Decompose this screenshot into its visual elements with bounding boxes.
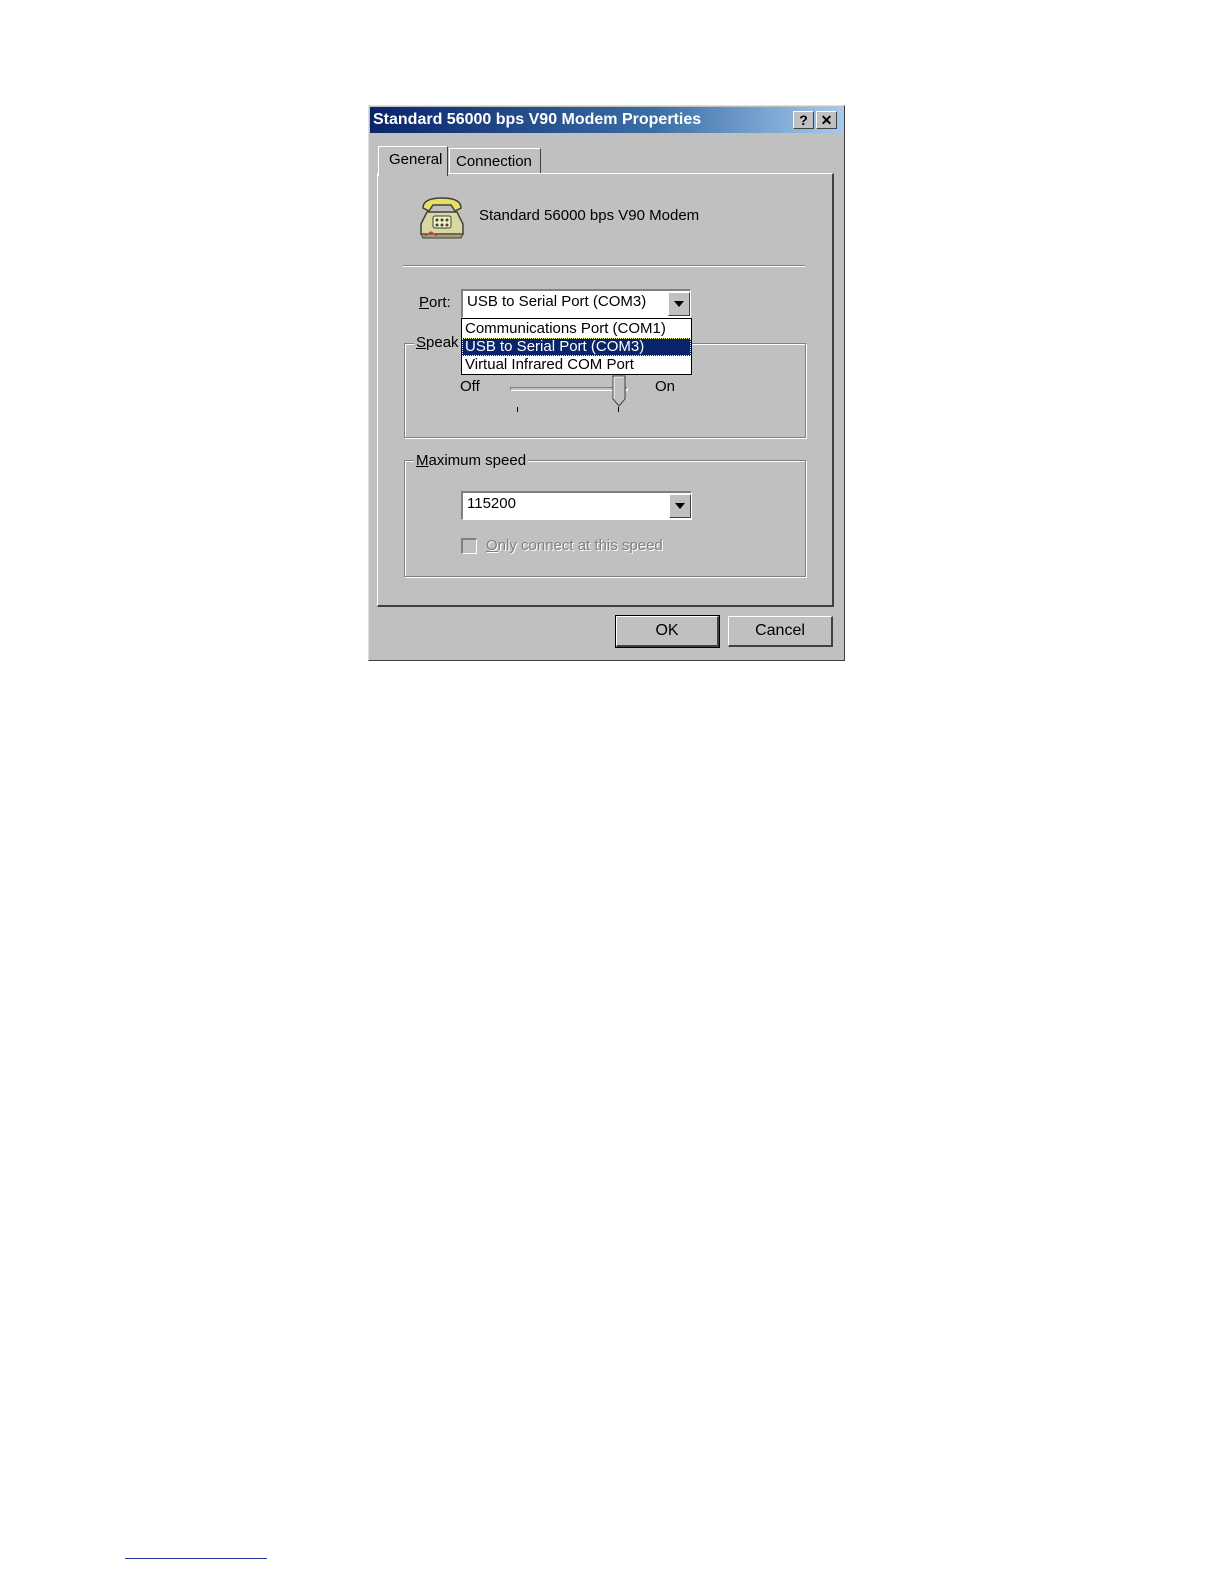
cancel-button[interactable]: Cancel — [728, 616, 833, 647]
title-bar[interactable]: Standard 56000 bps V90 Modem Properties … — [370, 107, 843, 133]
port-label-rest: ort: — [429, 294, 451, 311]
speaker-volume-slider-track[interactable] — [510, 387, 628, 391]
port-combobox[interactable]: USB to Serial Port (COM3) — [461, 289, 691, 318]
maximum-speed-value: 115200 — [467, 495, 516, 512]
port-dropdown-list: Communications Port (COM1) USB to Serial… — [461, 318, 692, 375]
maximum-speed-legend-rest: aximum speed — [428, 452, 527, 469]
port-option-infrared[interactable]: Virtual Infrared COM Port — [462, 356, 691, 374]
footnote-rule — [125, 1558, 267, 1559]
port-label-accel: P — [419, 294, 430, 311]
close-button[interactable]: ✕ — [816, 111, 837, 129]
port-value: USB to Serial Port (COM3) — [467, 293, 647, 310]
only-connect-label-accel: O — [486, 537, 498, 554]
speaker-legend-accel: S — [416, 334, 427, 351]
only-connect-checkbox[interactable] — [461, 538, 477, 554]
window-title: Standard 56000 bps V90 Modem Properties — [373, 111, 702, 128]
maximum-speed-legend: Maximum speed — [414, 452, 529, 469]
help-button[interactable]: ? — [793, 111, 814, 129]
tab-connection[interactable]: Connection — [449, 148, 541, 174]
speaker-legend: Speak — [414, 334, 461, 351]
slider-tick — [517, 407, 518, 412]
tab-general[interactable]: General — [378, 146, 448, 176]
maximum-speed-legend-accel: M — [416, 452, 429, 469]
port-dropdown-button[interactable] — [668, 292, 690, 316]
close-icon: ✕ — [820, 112, 833, 128]
speaker-off-label: Off — [460, 378, 480, 395]
port-label: Port: — [419, 294, 451, 311]
port-option-com1[interactable]: Communications Port (COM1) — [462, 320, 691, 338]
only-connect-label: Only connect at this speed — [486, 537, 663, 554]
slider-tick — [618, 407, 619, 412]
speaker-volume-slider-thumb[interactable] — [612, 375, 626, 407]
port-option-com3[interactable]: USB to Serial Port (COM3) — [462, 338, 691, 356]
chevron-down-icon — [675, 503, 685, 509]
device-name: Standard 56000 bps V90 Modem — [479, 207, 700, 224]
help-icon: ? — [799, 112, 808, 128]
separator — [403, 265, 805, 267]
maximum-speed-combobox[interactable]: 115200 — [461, 491, 692, 520]
maximum-speed-dropdown-button[interactable] — [669, 494, 691, 518]
telephone-modem-icon — [420, 197, 464, 239]
modem-properties-dialog: Standard 56000 bps V90 Modem Properties … — [368, 105, 845, 661]
ok-button[interactable]: OK — [615, 615, 720, 648]
chevron-down-icon — [674, 301, 684, 307]
speaker-on-label: On — [655, 378, 676, 395]
speaker-legend-rest: peak — [426, 334, 459, 351]
only-connect-label-rest: nly connect at this speed — [497, 537, 663, 554]
